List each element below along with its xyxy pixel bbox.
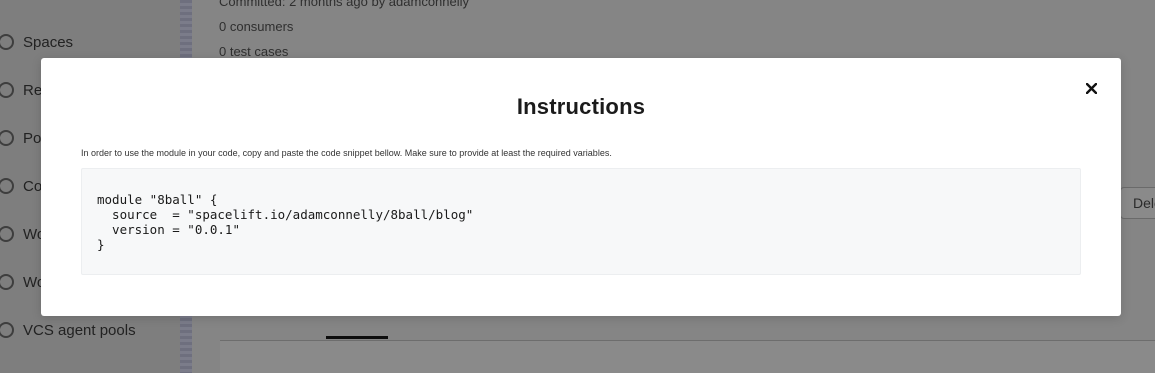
modal-description: In order to use the module in your code,… <box>81 148 612 158</box>
sidebar-item-label: Spaces <box>23 33 74 51</box>
code-line: module "8ball" { <box>97 192 218 207</box>
delete-button[interactable]: Dele <box>1120 187 1155 219</box>
consumers-count: 0 consumers <box>219 19 294 34</box>
spaces-icon <box>0 34 14 50</box>
active-tab-indicator <box>326 336 388 339</box>
code-line: source = "spacelift.io/adamconnelly/8bal… <box>97 207 474 222</box>
close-icon <box>1085 82 1097 94</box>
policies-icon <box>0 130 14 146</box>
resources-icon <box>0 82 14 98</box>
bottom-panel <box>220 340 1155 373</box>
instructions-modal: Instructions In order to use the module … <box>41 58 1121 316</box>
sidebar-item-policies[interactable]: Po <box>0 126 41 150</box>
code-line: version = "0.0.1" <box>97 222 240 237</box>
sidebar-item-label: VCS agent pools <box>23 321 136 339</box>
sidebar-item-contexts[interactable]: Co <box>0 174 42 198</box>
modal-title: Instructions <box>516 94 646 119</box>
sidebar-item-vcs-agent-pools[interactable]: VCS agent pools <box>0 318 136 342</box>
sidebar-item-spaces[interactable]: Spaces <box>0 30 73 54</box>
worker-icon <box>0 226 14 242</box>
sidebar-item-webhooks[interactable]: Wo <box>0 270 45 294</box>
code-snippet[interactable]: module "8ball" { source = "spacelift.io/… <box>81 168 1081 275</box>
sidebar-item-worker-pools[interactable]: Wo <box>0 222 45 246</box>
sidebar-item-label: Po <box>23 129 42 147</box>
vcs-agent-pools-icon <box>0 322 14 338</box>
test-cases-count: 0 test cases <box>219 44 289 59</box>
committed-text: Committed: 2 months ago by adamconnelly <box>219 0 470 9</box>
sidebar-item-label: Re <box>23 81 43 99</box>
sidebar-item-label: Co <box>23 177 43 195</box>
code-line: } <box>97 237 105 252</box>
webhooks-icon <box>0 274 14 290</box>
sidebar-item-resources[interactable]: Re <box>0 78 42 102</box>
contexts-icon <box>0 178 14 194</box>
